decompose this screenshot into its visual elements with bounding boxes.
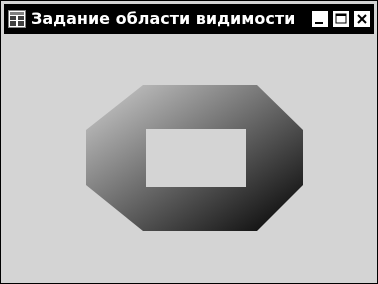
minimize-icon: [315, 22, 323, 24]
maximize-button[interactable]: [332, 10, 350, 28]
close-icon: [357, 14, 367, 24]
client-area: [4, 34, 374, 280]
app-window: Задание области видимости: [0, 0, 378, 284]
octagon-frame: [86, 85, 303, 231]
close-button[interactable]: [353, 10, 371, 28]
window-title: Задание области видимости: [31, 9, 296, 28]
title-bar[interactable]: Задание области видимости: [4, 4, 374, 34]
minimize-button[interactable]: [311, 10, 329, 28]
window-app-icon[interactable]: [8, 10, 26, 28]
maximize-icon: [335, 13, 347, 24]
clip-region-canvas: [86, 85, 303, 231]
